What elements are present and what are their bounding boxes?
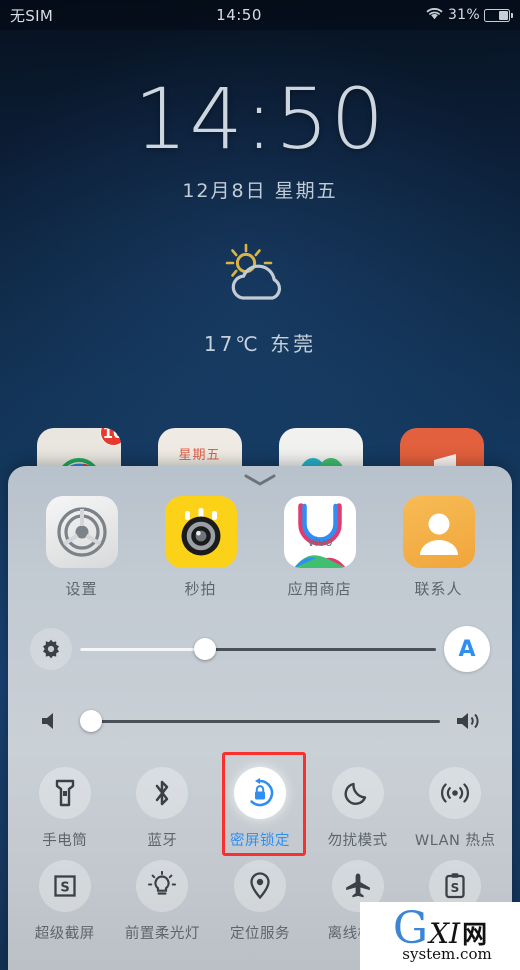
wifi-icon xyxy=(425,6,444,24)
contacts-icon xyxy=(402,496,475,568)
status-indicators: 31% xyxy=(425,6,514,24)
toggle-label: 勿扰模式 xyxy=(327,833,388,849)
svg-text:vivo: vivo xyxy=(307,535,332,549)
panel-collapse-handle[interactable] xyxy=(8,466,512,494)
chevron-down-icon xyxy=(242,473,278,487)
lockscreen-date: 12月8日 星期五 xyxy=(182,180,338,203)
battery-icon xyxy=(484,8,514,22)
shortcut-camera[interactable]: 秒拍 xyxy=(155,496,247,599)
camera-icon xyxy=(164,496,237,568)
carrier-label: 无SIM xyxy=(10,6,54,25)
vivo-appstore-icon: vivo xyxy=(283,496,356,568)
bluetooth-icon xyxy=(136,767,189,819)
auto-brightness-icon[interactable]: A xyxy=(444,626,490,672)
watermark-sub: system.com xyxy=(402,944,492,963)
battery-percent-label: 31% xyxy=(447,7,480,23)
auto-brightness-label: A xyxy=(458,636,476,662)
sun-behind-cloud-icon xyxy=(0,242,520,306)
toggle-label: 定位服务 xyxy=(229,926,290,942)
moon-icon xyxy=(331,767,384,819)
control-panel: 设置 秒拍 vivo 应用商店 联系人 A 手电筒 蓝牙 密屏锁定 勿扰模式 W… xyxy=(8,466,512,970)
toggle-bluetooth[interactable]: 蓝牙 xyxy=(115,761,209,850)
shortcut-label: 设置 xyxy=(65,580,98,598)
settings-icon xyxy=(45,496,118,568)
weather-label: 17℃ 东莞 xyxy=(203,332,317,356)
volume-slider-row xyxy=(8,693,512,749)
shortcut-label: 联系人 xyxy=(414,580,463,598)
svg-text:S: S xyxy=(451,881,460,895)
toggle-front-softlight[interactable]: 前置柔光灯 xyxy=(115,854,209,943)
shortcut-label: 应用商店 xyxy=(287,580,352,598)
toggle-wlan-hotspot[interactable]: WLAN 热点 xyxy=(408,761,502,850)
lockscreen-clock-area: 14:50 12月8日 星期五 xyxy=(0,70,520,203)
toggle-label: WLAN 热点 xyxy=(414,833,496,849)
brightness-slider-row: A xyxy=(8,621,512,677)
shortcut-settings[interactable]: 设置 xyxy=(36,496,128,599)
rotation-lock-icon xyxy=(233,767,286,819)
location-pin-icon xyxy=(233,860,286,912)
super-screenshot-icon: S xyxy=(38,860,91,912)
panel-shortcut-row: 设置 秒拍 vivo 应用商店 联系人 xyxy=(8,494,512,599)
shortcut-label: 秒拍 xyxy=(184,580,217,598)
site-watermark: G XI 网 system.com xyxy=(360,902,520,970)
status-clock: 14:50 xyxy=(216,6,262,24)
gear-icon[interactable] xyxy=(30,628,72,670)
shortcut-appstore[interactable]: vivo 应用商店 xyxy=(274,496,366,599)
toggle-label: 前置柔光灯 xyxy=(124,926,200,942)
toggle-label: 超级截屏 xyxy=(34,926,95,942)
toggle-label: 手电筒 xyxy=(42,833,88,849)
toggle-location[interactable]: 定位服务 xyxy=(213,854,307,943)
toggle-super-screenshot[interactable]: S 超级截屏 xyxy=(18,854,112,943)
weather-widget[interactable]: 17℃ 东莞 xyxy=(0,242,520,357)
quick-toggle-row-1: 手电筒 蓝牙 密屏锁定 勿扰模式 WLAN 热点 xyxy=(16,761,504,850)
toggle-rotation-lock[interactable]: 密屏锁定 xyxy=(213,761,307,850)
toggle-flashlight[interactable]: 手电筒 xyxy=(18,761,112,850)
toggle-label: 蓝牙 xyxy=(147,833,178,849)
volume-mute-icon[interactable] xyxy=(30,700,72,742)
status-bar: 无SIM 14:50 31% xyxy=(0,0,520,30)
flashlight-icon xyxy=(38,767,91,819)
phone-screen: 无SIM 14:50 31% 14:50 12月8日 星期五 17℃ 东莞 10… xyxy=(0,0,520,970)
hotspot-icon xyxy=(429,767,482,819)
shortcut-contacts[interactable]: 联系人 xyxy=(393,496,485,599)
watermark-g: G xyxy=(392,902,429,954)
brightness-slider[interactable] xyxy=(80,638,436,660)
toggle-label: 密屏锁定 xyxy=(229,833,290,849)
front-softlight-icon xyxy=(136,860,189,912)
svg-text:S: S xyxy=(60,881,69,896)
lockscreen-clock: 14:50 xyxy=(133,70,387,168)
volume-slider[interactable] xyxy=(79,710,440,732)
toggle-do-not-disturb[interactable]: 勿扰模式 xyxy=(311,761,405,850)
calendar-day-label: 星期五 xyxy=(178,448,221,463)
volume-high-icon[interactable] xyxy=(448,700,490,742)
